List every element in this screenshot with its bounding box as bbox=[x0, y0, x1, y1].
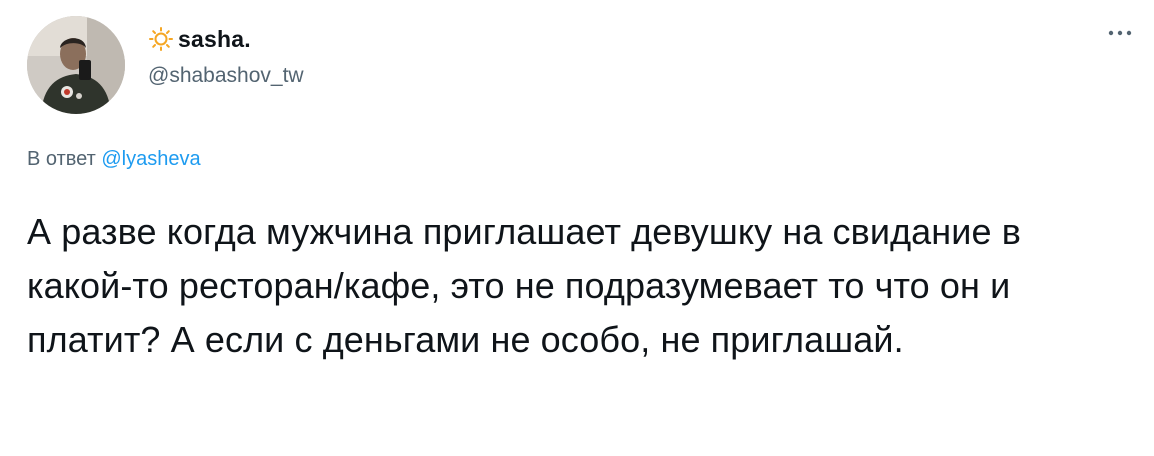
display-name[interactable]: sasha. bbox=[178, 26, 251, 53]
tweet-text: А разве когда мужчина приглашает девушку… bbox=[27, 211, 1021, 360]
tweet-card: sasha. @shabashov_tw В ответ @lyasheva А… bbox=[0, 0, 1154, 456]
sun-icon bbox=[148, 26, 174, 52]
avatar[interactable] bbox=[27, 16, 125, 114]
avatar-photo bbox=[27, 16, 125, 114]
name-row: sasha. bbox=[148, 24, 304, 54]
reply-prefix: В ответ bbox=[27, 148, 96, 170]
user-info[interactable]: sasha. @shabashov_tw bbox=[148, 24, 304, 88]
reply-mention-link[interactable]: @lyasheva bbox=[101, 148, 200, 170]
more-options-icon[interactable] bbox=[1106, 26, 1134, 38]
reply-context: В ответ @lyasheva bbox=[27, 148, 201, 171]
user-handle[interactable]: @shabashov_tw bbox=[148, 64, 304, 88]
